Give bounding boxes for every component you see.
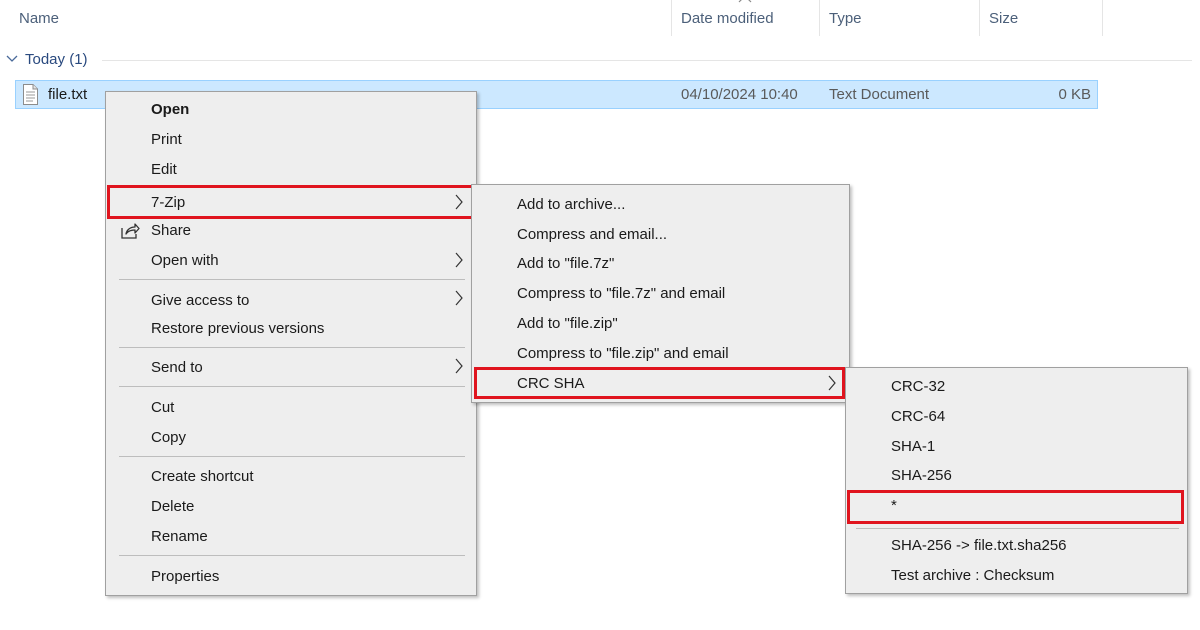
- menu-item-open[interactable]: Open: [106, 95, 476, 125]
- highlight-box-crc-sha: [474, 367, 845, 399]
- menu-item-compress-7z-email[interactable]: Compress to "file.7z" and email: [472, 279, 849, 309]
- file-size: 0 KB: [1058, 86, 1091, 103]
- highlight-box-7zip: [107, 185, 475, 219]
- menu-separator: [119, 456, 465, 457]
- menu-item-copy[interactable]: Copy: [106, 423, 476, 453]
- menu-separator: [856, 528, 1179, 529]
- chevron-right-icon: [455, 252, 463, 268]
- file-type: Text Document: [829, 86, 930, 103]
- text-file-icon: [23, 84, 38, 105]
- group-label: Today (1): [25, 51, 88, 68]
- menu-item-properties[interactable]: Properties: [106, 562, 476, 592]
- menu-item-crc32[interactable]: CRC-32: [846, 372, 1187, 402]
- column-date-modified[interactable]: Date modified: [681, 0, 774, 38]
- column-type[interactable]: Type: [829, 0, 862, 38]
- menu-item-send-to[interactable]: Send to: [106, 353, 476, 383]
- menu-item-sha256-to-file[interactable]: SHA-256 -> file.txt.sha256: [846, 531, 1187, 561]
- menu-item-sha256[interactable]: SHA-256: [846, 461, 1187, 491]
- menu-item-delete[interactable]: Delete: [106, 492, 476, 522]
- column-size[interactable]: Size: [989, 0, 1018, 38]
- column-divider[interactable]: [671, 0, 672, 36]
- menu-item-crc64[interactable]: CRC-64: [846, 402, 1187, 432]
- menu-item-compress-zip-email[interactable]: Compress to "file.zip" and email: [472, 339, 849, 369]
- file-name: file.txt: [48, 86, 88, 103]
- highlight-box-all-hashes: [847, 490, 1184, 524]
- column-divider[interactable]: [979, 0, 980, 36]
- menu-item-add-to-zip[interactable]: Add to "file.zip": [472, 309, 849, 339]
- context-menu: Open Print Edit 7-Zip Share Open with Gi…: [105, 91, 477, 596]
- menu-item-create-shortcut[interactable]: Create shortcut: [106, 462, 476, 492]
- menu-separator: [119, 386, 465, 387]
- submenu-crc-sha: CRC-32 CRC-64 SHA-1 SHA-256 * SHA-256 ->…: [845, 367, 1188, 594]
- menu-item-rename[interactable]: Rename: [106, 522, 476, 552]
- menu-separator: [119, 279, 465, 280]
- menu-item-cut[interactable]: Cut: [106, 393, 476, 423]
- menu-item-restore-versions[interactable]: Restore previous versions: [106, 314, 476, 344]
- menu-item-print[interactable]: Print: [106, 125, 476, 155]
- chevron-down-icon[interactable]: [6, 54, 18, 64]
- chevron-right-icon: [455, 290, 463, 306]
- menu-item-compress-email[interactable]: Compress and email...: [472, 220, 849, 250]
- chevron-right-icon: [455, 358, 463, 374]
- menu-item-edit[interactable]: Edit: [106, 155, 476, 185]
- group-header-today[interactable]: Today (1): [0, 48, 1200, 72]
- menu-separator: [119, 555, 465, 556]
- menu-item-add-to-7z[interactable]: Add to "file.7z": [472, 249, 849, 279]
- column-divider[interactable]: [1102, 0, 1103, 36]
- menu-item-test-archive-checksum[interactable]: Test archive : Checksum: [846, 561, 1187, 591]
- menu-item-share[interactable]: Share: [106, 216, 476, 246]
- group-divider: [102, 60, 1192, 61]
- column-divider[interactable]: [819, 0, 820, 36]
- menu-item-open-with[interactable]: Open with: [106, 246, 476, 276]
- file-date-modified: 04/10/2024 10:40: [681, 86, 798, 103]
- submenu-7zip: Add to archive... Compress and email... …: [471, 184, 850, 403]
- column-header-bar: Name Date modified Type Size: [0, 0, 1200, 38]
- menu-item-sha1[interactable]: SHA-1: [846, 432, 1187, 462]
- menu-item-add-to-archive[interactable]: Add to archive...: [472, 190, 849, 220]
- column-name[interactable]: Name: [19, 0, 59, 38]
- menu-item-give-access[interactable]: Give access to: [106, 286, 476, 316]
- menu-separator: [119, 347, 465, 348]
